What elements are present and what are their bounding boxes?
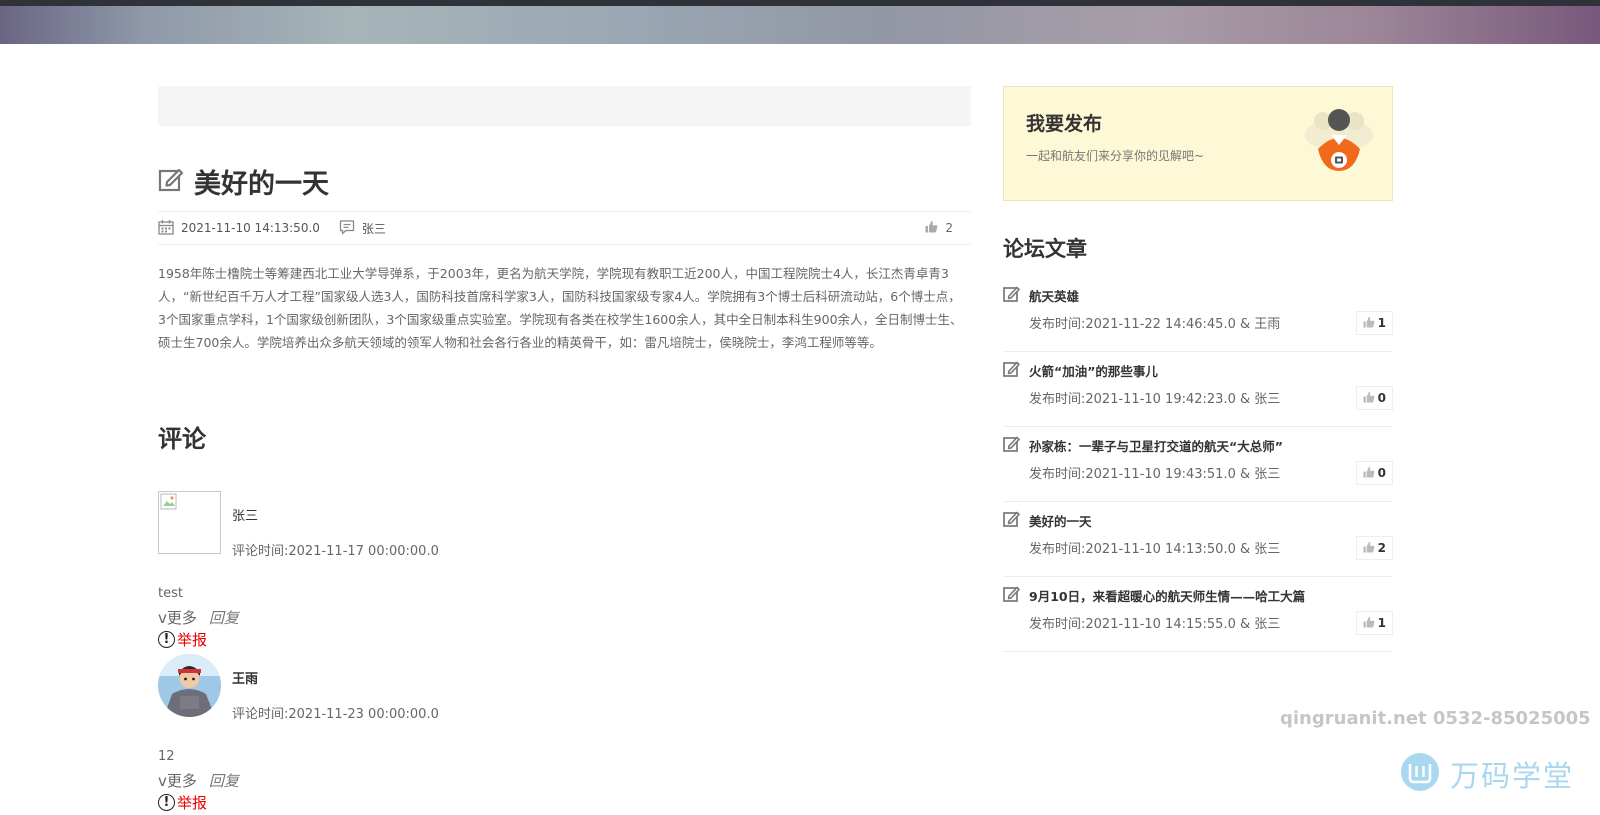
edit-icon	[1003, 585, 1020, 606]
reply-link[interactable]: 回复	[209, 772, 239, 790]
watermark-brand: 万码学堂	[1450, 759, 1575, 793]
edit-icon	[1003, 435, 1020, 456]
avatar	[158, 654, 221, 717]
comment-actions: v更多 回复	[158, 607, 239, 628]
post-content: 1958年陈士橹院士等筹建西北工业大学导弹系，于2003年，更名为航天学院，学院…	[158, 266, 963, 350]
edit-icon	[1003, 285, 1020, 306]
post-likes[interactable]: 2	[925, 212, 953, 244]
post-title-text: 美好的一天	[194, 168, 329, 200]
article-meta: 发布时间:2021-11-10 19:43:51.0 & 张三	[1029, 467, 1281, 482]
article-title[interactable]: 火箭“加油”的那些事儿	[1029, 361, 1158, 380]
forum-article: 火箭“加油”的那些事儿 发布时间:2021-11-10 19:42:23.0 &…	[1003, 352, 1393, 427]
comment-time: 评论时间:2021-11-23 00:00:00.0	[232, 707, 439, 722]
watermark-contact: qingruanit.net 0532-85025005	[1280, 708, 1591, 729]
calendar-icon	[158, 219, 174, 238]
thumbs-up-icon	[1363, 316, 1375, 331]
thumbs-up-icon	[1363, 616, 1375, 631]
post-meta: 2021-11-10 14:13:50.0 张三 2	[158, 211, 971, 245]
article-likes-count: 0	[1377, 466, 1386, 480]
thumbs-up-icon	[1363, 541, 1375, 556]
article-title[interactable]: 航天英雄	[1029, 286, 1079, 305]
article-meta: 发布时间:2021-11-10 19:42:23.0 & 张三	[1029, 392, 1281, 407]
comment-author: 王雨	[232, 672, 259, 687]
publish-card[interactable]: 我要发布 一起和航友们来分享你的见解吧~	[1003, 86, 1393, 201]
post-date: 2021-11-10 14:13:50.0	[158, 219, 320, 238]
user-avatar-icon	[1303, 105, 1375, 177]
comment-author: 张三	[232, 509, 259, 524]
post-title: 美好的一天	[158, 163, 329, 200]
article-likes-count: 0	[1377, 391, 1386, 405]
report-link[interactable]: ! 举报	[158, 629, 207, 650]
article-meta: 发布时间:2021-11-22 14:46:45.0 & 王雨	[1029, 317, 1281, 332]
post-date-text: 2021-11-10 14:13:50.0	[181, 221, 320, 235]
forum-article: 孙家栋：一辈子与卫星打交道的航天“大总师” 发布时间:2021-11-10 19…	[1003, 427, 1393, 502]
edit-icon	[1003, 510, 1020, 531]
article-likes[interactable]: 0	[1355, 386, 1393, 410]
more-link[interactable]: v更多	[158, 772, 197, 790]
brand-logo-icon	[1400, 752, 1440, 796]
forum-article: 航天英雄 发布时间:2021-11-22 14:46:45.0 & 王雨 1	[1003, 277, 1393, 352]
forum-article: 美好的一天 发布时间:2021-11-10 14:13:50.0 & 张三 2	[1003, 502, 1393, 577]
comment-text: 12	[158, 749, 175, 764]
article-likes[interactable]: 1	[1355, 611, 1393, 635]
comment-text: test	[158, 586, 183, 601]
more-link[interactable]: v更多	[158, 609, 197, 627]
article-title[interactable]: 9月10日，来看超暖心的航天师生情——哈工大篇	[1029, 586, 1305, 605]
comment-actions: v更多 回复	[158, 770, 239, 791]
avatar	[158, 491, 221, 554]
article-likes[interactable]: 0	[1355, 461, 1393, 485]
article-meta: 发布时间:2021-11-10 14:13:50.0 & 张三	[1029, 542, 1281, 557]
article-likes[interactable]: 1	[1355, 311, 1393, 335]
alert-icon: !	[158, 631, 175, 648]
thumbs-up-icon	[925, 220, 938, 236]
article-likes-count: 1	[1377, 616, 1386, 630]
report-label: 举报	[177, 631, 208, 649]
edit-icon	[1003, 360, 1020, 381]
publish-title: 我要发布	[1026, 113, 1103, 135]
watermark-logo: 万码学堂	[1400, 752, 1574, 796]
article-likes-count: 1	[1377, 316, 1386, 330]
post-author-text: 张三	[361, 221, 386, 236]
article-title[interactable]: 美好的一天	[1029, 511, 1092, 530]
forum-article: 9月10日，来看超暖心的航天师生情——哈工大篇 发布时间:2021-11-10 …	[1003, 577, 1393, 652]
article-likes-count: 2	[1377, 541, 1386, 555]
comment-time: 评论时间:2021-11-17 00:00:00.0	[232, 544, 439, 559]
thumbs-up-icon	[1363, 466, 1375, 481]
article-likes[interactable]: 2	[1355, 536, 1393, 560]
thumbs-up-icon	[1363, 391, 1375, 406]
report-link[interactable]: ! 举报	[158, 792, 207, 813]
forum-heading: 论坛文章	[1003, 237, 1087, 261]
broken-image-icon	[160, 493, 177, 510]
article-meta: 发布时间:2021-11-10 14:15:55.0 & 张三	[1029, 617, 1281, 632]
edit-icon	[158, 166, 184, 196]
comment-icon	[339, 219, 355, 238]
article-title[interactable]: 孙家栋：一辈子与卫星打交道的航天“大总师”	[1029, 436, 1283, 455]
publish-subtitle: 一起和航友们来分享你的见解吧~	[1026, 149, 1205, 163]
header-banner	[0, 6, 1600, 44]
comments-heading: 评论	[158, 425, 206, 453]
alert-icon: !	[158, 794, 175, 811]
post-likes-count: 2	[945, 221, 953, 235]
reply-link[interactable]: 回复	[209, 609, 239, 627]
post-author: 张三	[339, 219, 386, 238]
search-bar[interactable]	[158, 86, 971, 126]
report-label: 举报	[177, 794, 208, 812]
